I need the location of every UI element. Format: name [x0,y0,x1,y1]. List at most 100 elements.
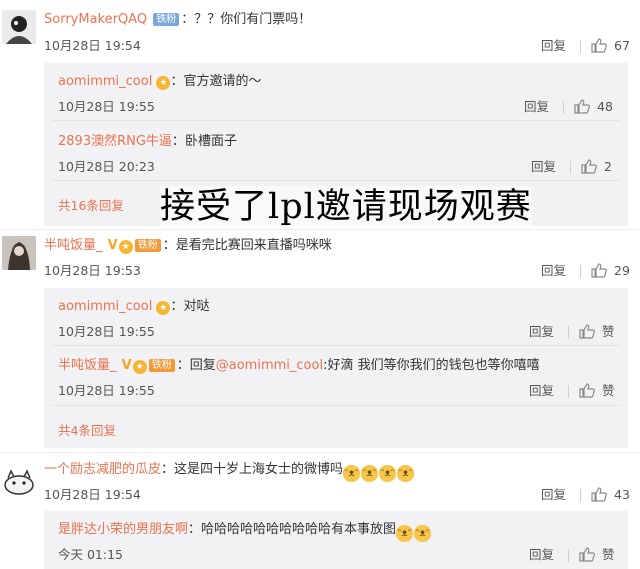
thumbs-up-icon [591,38,607,53]
cat-face-emoji: ᵔᴥᵔ [396,525,414,542]
comment-text-line: 是胖达小荣的男朋友啊：哈哈哈哈哈哈哈哈哈哈有本事放图ᵔᴥᵔ ᵔᴥᵔ [58,521,432,542]
reply-button[interactable]: 回复 [541,38,566,54]
username-link[interactable]: 半吨饭量_ [44,238,103,253]
divider-bar [568,385,569,398]
vip-badge-icon[interactable]: ★ [118,240,133,254]
like-button[interactable]: 43 [591,487,630,503]
username-link[interactable]: 2893澳然RNG牛逼 [58,134,172,149]
cat-face-emoji: ᵔᴥᵔ [414,525,432,542]
reply-button[interactable]: 回复 [529,547,554,563]
fan-badge[interactable]: 铁粉 [148,359,175,372]
divider-bar [570,161,571,174]
timestamp: 10月28日 19:55 [58,383,155,398]
like-button[interactable]: 赞 [579,383,615,399]
reply-button[interactable]: 回复 [541,487,566,503]
verified-v-icon: V [121,358,132,373]
thumbs-up-icon [579,547,595,562]
vip-badge-icon[interactable]: ★ [156,301,171,315]
colon: ： [171,134,185,149]
like-button[interactable]: 2 [581,159,612,175]
reply-thread: 是胖达小荣的男朋友啊：哈哈哈哈哈哈哈哈哈哈有本事放图ᵔᴥᵔ ᵔᴥᵔ 今天 01:1… [44,511,628,569]
mention-link[interactable]: @aomimmi_cool [216,358,323,373]
comment-text: 卧槽面子 [184,134,237,149]
timestamp: 10月28日 19:53 [44,263,141,278]
more-replies-link[interactable]: 共16条回复 [58,195,124,214]
like-label: 赞 [602,324,615,339]
comment-3: 一个励志减肥的瓜皮：这是四十岁上海女士的微博吗ᵔᴥᵔ ᵔᴥᵔ ᵔᴥᵔ ᵔᴥᵔ 10月2… [0,453,640,569]
cat-face-emoji: ᵔᴥᵔ [379,465,397,482]
timestamp: 10月28日 19:54 [44,487,141,502]
username-link[interactable]: aomimmi_cool [58,74,152,89]
reply-button[interactable]: 回复 [541,263,566,279]
avatar[interactable] [2,463,36,497]
cat-face-emoji: ᵔᴥᵔ [361,465,379,482]
fan-badge[interactable]: 铁粉 [153,13,180,26]
thumbs-up-icon [574,99,590,114]
colon: ： [176,358,190,373]
cat-face-emoji: ᵔᴥᵔ [343,465,361,482]
timestamp: 10月28日 19:55 [58,99,155,114]
like-count: 48 [597,99,613,114]
divider-bar [563,101,564,114]
comment-text-line: 半吨饭量_ V ★ 铁粉 ：回复@aomimmi_cool:好滴 我们等你我们的钱包也… [58,357,540,375]
comment-text-line: SorryMakerQAQ 铁粉 ：？？你们有门票吗！ [44,11,311,29]
colon: ： [161,462,175,477]
reply-button[interactable]: 回复 [529,324,554,340]
like-button[interactable]: 48 [574,99,613,115]
reply-button[interactable]: 回复 [531,159,556,175]
comment-text: 哈哈哈哈哈哈哈哈哈哈有本事放图 [201,522,397,537]
timestamp: 10月28日 19:55 [58,324,155,339]
timestamp: 10月28日 20:23 [58,159,155,174]
timestamp: 10月28日 19:54 [44,38,141,53]
thumbs-up-icon [591,263,607,278]
username-link[interactable]: SorryMakerQAQ [44,12,147,27]
username-link[interactable]: 一个励志减肥的瓜皮 [44,462,161,477]
comment-text-line: aomimmi_cool ★ ：官方邀请的～ [58,73,261,91]
reply-button[interactable]: 回复 [524,99,549,115]
colon: ： [170,299,184,314]
colon: ： [170,74,184,89]
comment-text-line: 一个励志减肥的瓜皮：这是四十岁上海女士的微博吗ᵔᴥᵔ ᵔᴥᵔ ᵔᴥᵔ ᵔᴥᵔ [44,461,415,482]
username-link[interactable]: 是胖达小荣的男朋友啊 [58,522,188,537]
cat-face-emoji: ᵔᴥᵔ [397,465,415,482]
like-count: 29 [614,263,630,278]
comment-text: 这是四十岁上海女士的微博吗 [174,462,344,477]
divider-bar [568,326,569,339]
fan-badge[interactable]: 铁粉 [134,239,161,252]
reply-button[interactable]: 回复 [529,383,554,399]
divider-bar [568,549,569,562]
username-link[interactable]: 半吨饭量_ [58,358,117,373]
like-button[interactable]: 67 [591,38,630,54]
thumbs-up-icon [579,324,595,339]
reply-thread: aomimmi_cool ★ ：对哒 10月28日 19:55 回复 赞 半吨饭量… [44,288,628,448]
like-button[interactable]: 29 [591,263,630,279]
like-count: 43 [614,487,630,502]
divider-bar [580,265,581,278]
like-button[interactable]: 赞 [579,547,615,563]
comment-text: 对哒 [183,299,210,314]
row-divider [52,405,620,406]
avatar[interactable] [2,10,36,44]
comment-text: ？？你们有门票吗！ [194,12,312,27]
comment-text-line: 2893澳然RNG牛逼：卧槽面子 [58,133,237,151]
timestamp: 今天 01:15 [58,547,123,562]
like-button[interactable]: 赞 [579,324,615,340]
row-divider [52,345,620,346]
colon: ： [181,12,195,27]
comment-text-line: aomimmi_cool ★ ：对哒 [58,298,209,316]
username-link[interactable]: aomimmi_cool [58,299,152,314]
thumbs-up-icon [591,487,607,502]
row-divider [52,180,620,181]
comment-text-cont: :好滴 我们等你我们的钱包也等你嘻嘻 [323,358,540,373]
thumbs-up-icon [579,383,595,398]
more-replies-link[interactable]: 共4条回复 [58,420,116,439]
vip-badge-icon[interactable]: ★ [132,360,147,374]
colon: ： [162,238,176,253]
comment-2: 半吨饭量_ V ★ 铁粉 ：是看完比赛回来直播吗咪咪 10月28日 19:53 回复 … [0,230,640,450]
comment-text: 回复 [189,358,216,373]
colon: ： [188,522,202,537]
vip-badge-icon[interactable]: ★ [156,76,171,90]
like-count: 2 [604,159,612,174]
like-label: 赞 [602,383,615,398]
avatar[interactable] [2,236,36,270]
